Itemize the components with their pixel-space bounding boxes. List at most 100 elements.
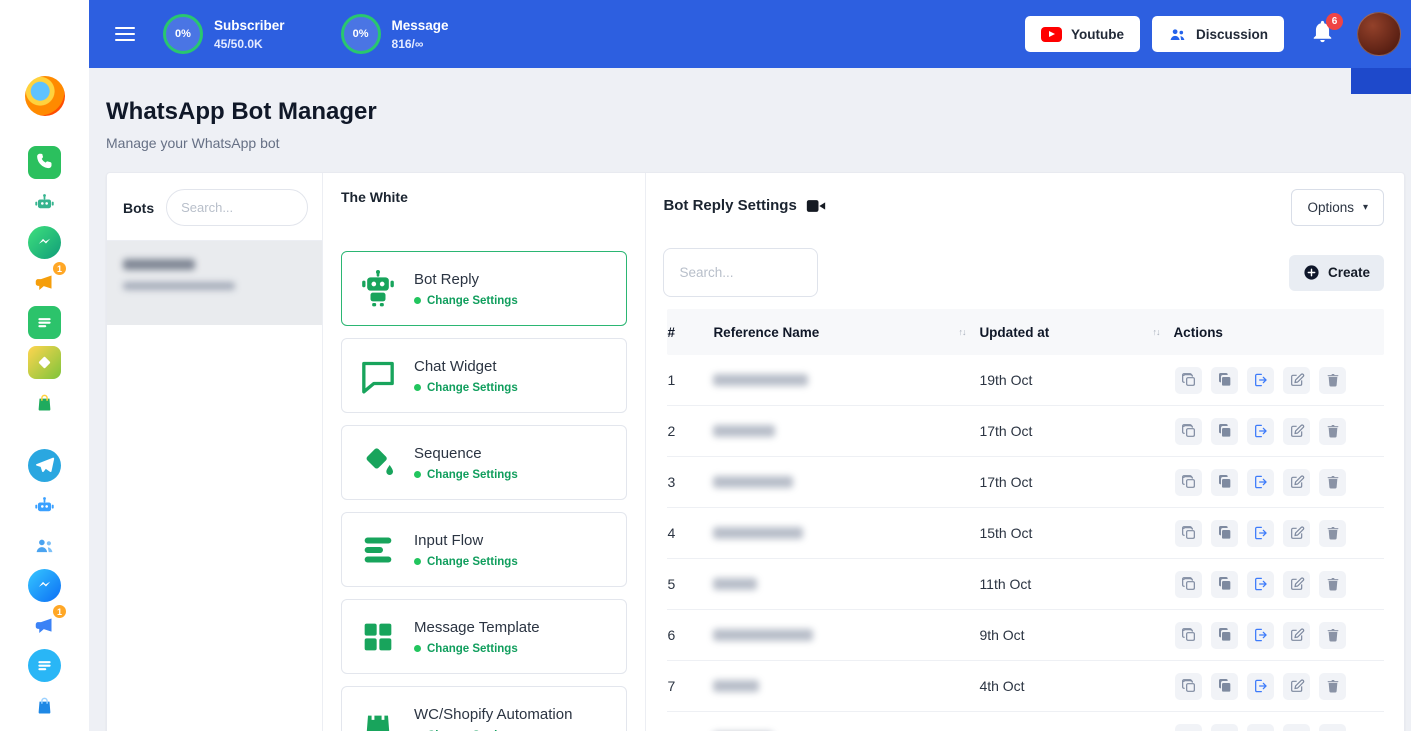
shop-green-icon[interactable]	[28, 386, 61, 419]
row-number: 7	[667, 678, 713, 694]
delete-button[interactable]	[1319, 520, 1346, 547]
clone-button[interactable]	[1211, 418, 1238, 445]
clone-button[interactable]	[1211, 520, 1238, 547]
export-button[interactable]	[1247, 724, 1274, 731]
options-button[interactable]: Options ▾	[1291, 189, 1384, 226]
change-settings-link[interactable]: Change Settings	[427, 469, 518, 481]
youtube-button[interactable]: Youtube	[1025, 16, 1140, 52]
row-actions	[1173, 571, 1384, 598]
browser-logo-icon[interactable]	[25, 76, 65, 116]
setting-card-bot-reply[interactable]: Bot Reply Change Settings	[341, 251, 627, 326]
video-tutorial-icon[interactable]	[806, 198, 826, 214]
edit-button[interactable]	[1283, 622, 1310, 649]
broadcast-green-icon[interactable]: 1	[28, 266, 61, 299]
setting-card-message-template[interactable]: Message Template Change Settings	[341, 599, 627, 674]
export-button[interactable]	[1247, 673, 1274, 700]
copy-icon	[1181, 372, 1197, 388]
bot-manager-card: Bots The White Bot Reply Change	[106, 172, 1405, 731]
user-avatar[interactable]	[1357, 12, 1401, 56]
clone-button[interactable]	[1211, 571, 1238, 598]
change-settings-link[interactable]: Change Settings	[427, 556, 518, 568]
setting-card-input-flow[interactable]: Input Flow Change Settings	[341, 512, 627, 587]
bot-reply-table: # Reference Name ↑↓ Updated at ↑↓ Action…	[663, 309, 1384, 731]
copy-button[interactable]	[1175, 469, 1202, 496]
table-body: 1 19th Oct	[667, 355, 1384, 731]
export-button[interactable]	[1247, 418, 1274, 445]
bot-list-item[interactable]	[107, 241, 322, 325]
export-icon	[1253, 474, 1269, 490]
messenger-green-icon[interactable]	[28, 226, 61, 259]
chat-blue-icon[interactable]	[28, 649, 61, 682]
menu-toggle-icon[interactable]	[115, 27, 135, 42]
sort-updated-at-icon[interactable]: ↑↓	[1152, 327, 1159, 337]
copy-button[interactable]	[1175, 622, 1202, 649]
edit-button[interactable]	[1283, 571, 1310, 598]
table-search-input[interactable]	[663, 248, 818, 297]
telegram-icon[interactable]	[28, 449, 61, 482]
edit-button[interactable]	[1283, 367, 1310, 394]
edit-button[interactable]	[1283, 418, 1310, 445]
shop-blue-icon[interactable]	[28, 689, 61, 722]
discussion-button[interactable]: Discussion	[1152, 16, 1284, 52]
broadcast-blue-icon[interactable]: 1	[28, 609, 61, 642]
copy-button[interactable]	[1175, 520, 1202, 547]
export-button[interactable]	[1247, 571, 1274, 598]
bot-blue-icon[interactable]	[28, 489, 61, 522]
export-button[interactable]	[1247, 520, 1274, 547]
delete-button[interactable]	[1319, 367, 1346, 394]
avatar-menu-strip	[1351, 68, 1411, 94]
clone-button[interactable]	[1211, 673, 1238, 700]
export-button[interactable]	[1247, 622, 1274, 649]
row-updated-at: 9th Oct	[979, 627, 1173, 643]
copy-button[interactable]	[1175, 673, 1202, 700]
message-template-icon	[356, 615, 400, 659]
edit-button[interactable]	[1283, 724, 1310, 731]
export-icon	[1253, 678, 1269, 694]
clone-button[interactable]	[1211, 724, 1238, 731]
row-number: 2	[667, 423, 713, 439]
whatsapp-icon[interactable]	[28, 146, 61, 179]
copy-button[interactable]	[1175, 418, 1202, 445]
table-row: 6 9th Oct	[667, 610, 1384, 661]
row-reference-name	[713, 374, 979, 386]
setting-card-sequence[interactable]: Sequence Change Settings	[341, 425, 627, 500]
trash-icon	[1325, 627, 1341, 643]
delete-button[interactable]	[1319, 418, 1346, 445]
clone-button[interactable]	[1211, 469, 1238, 496]
bots-search-input[interactable]	[166, 189, 308, 226]
broadcast-blue-badge: 1	[52, 604, 67, 619]
copy-button[interactable]	[1175, 724, 1202, 731]
clone-icon	[1217, 474, 1233, 490]
delete-button[interactable]	[1319, 673, 1346, 700]
delete-button[interactable]	[1319, 724, 1346, 731]
export-button[interactable]	[1247, 367, 1274, 394]
delete-button[interactable]	[1319, 571, 1346, 598]
clone-button[interactable]	[1211, 622, 1238, 649]
copy-button[interactable]	[1175, 571, 1202, 598]
edit-button[interactable]	[1283, 673, 1310, 700]
setting-card-chat-widget[interactable]: Chat Widget Change Settings	[341, 338, 627, 413]
edit-icon	[1289, 627, 1305, 643]
notifications-button[interactable]: 6	[1310, 19, 1335, 49]
chat-green-icon[interactable]	[28, 306, 61, 339]
edit-button[interactable]	[1283, 520, 1310, 547]
change-settings-link[interactable]: Change Settings	[427, 643, 518, 655]
copy-button[interactable]	[1175, 367, 1202, 394]
change-settings-link[interactable]: Change Settings	[427, 295, 518, 307]
sort-reference-name-icon[interactable]: ↑↓	[958, 327, 965, 337]
export-button[interactable]	[1247, 469, 1274, 496]
messenger-blue-icon[interactable]	[28, 569, 61, 602]
setting-card-wc-shopify[interactable]: WC/Shopify Automation Change Settings	[341, 686, 627, 731]
setting-label: Input Flow	[414, 532, 518, 549]
edit-button[interactable]	[1283, 469, 1310, 496]
team-blue-icon[interactable]	[28, 529, 61, 562]
main-content: WhatsApp Bot Manager Manage your WhatsAp…	[89, 68, 1411, 731]
delete-button[interactable]	[1319, 469, 1346, 496]
create-button[interactable]: Create	[1289, 255, 1384, 291]
integration-icon[interactable]	[28, 346, 61, 379]
bot-settings-panel: The White Bot Reply Change Settings	[323, 173, 646, 731]
change-settings-link[interactable]: Change Settings	[427, 382, 518, 394]
clone-button[interactable]	[1211, 367, 1238, 394]
delete-button[interactable]	[1319, 622, 1346, 649]
bot-green-icon[interactable]	[28, 186, 61, 219]
